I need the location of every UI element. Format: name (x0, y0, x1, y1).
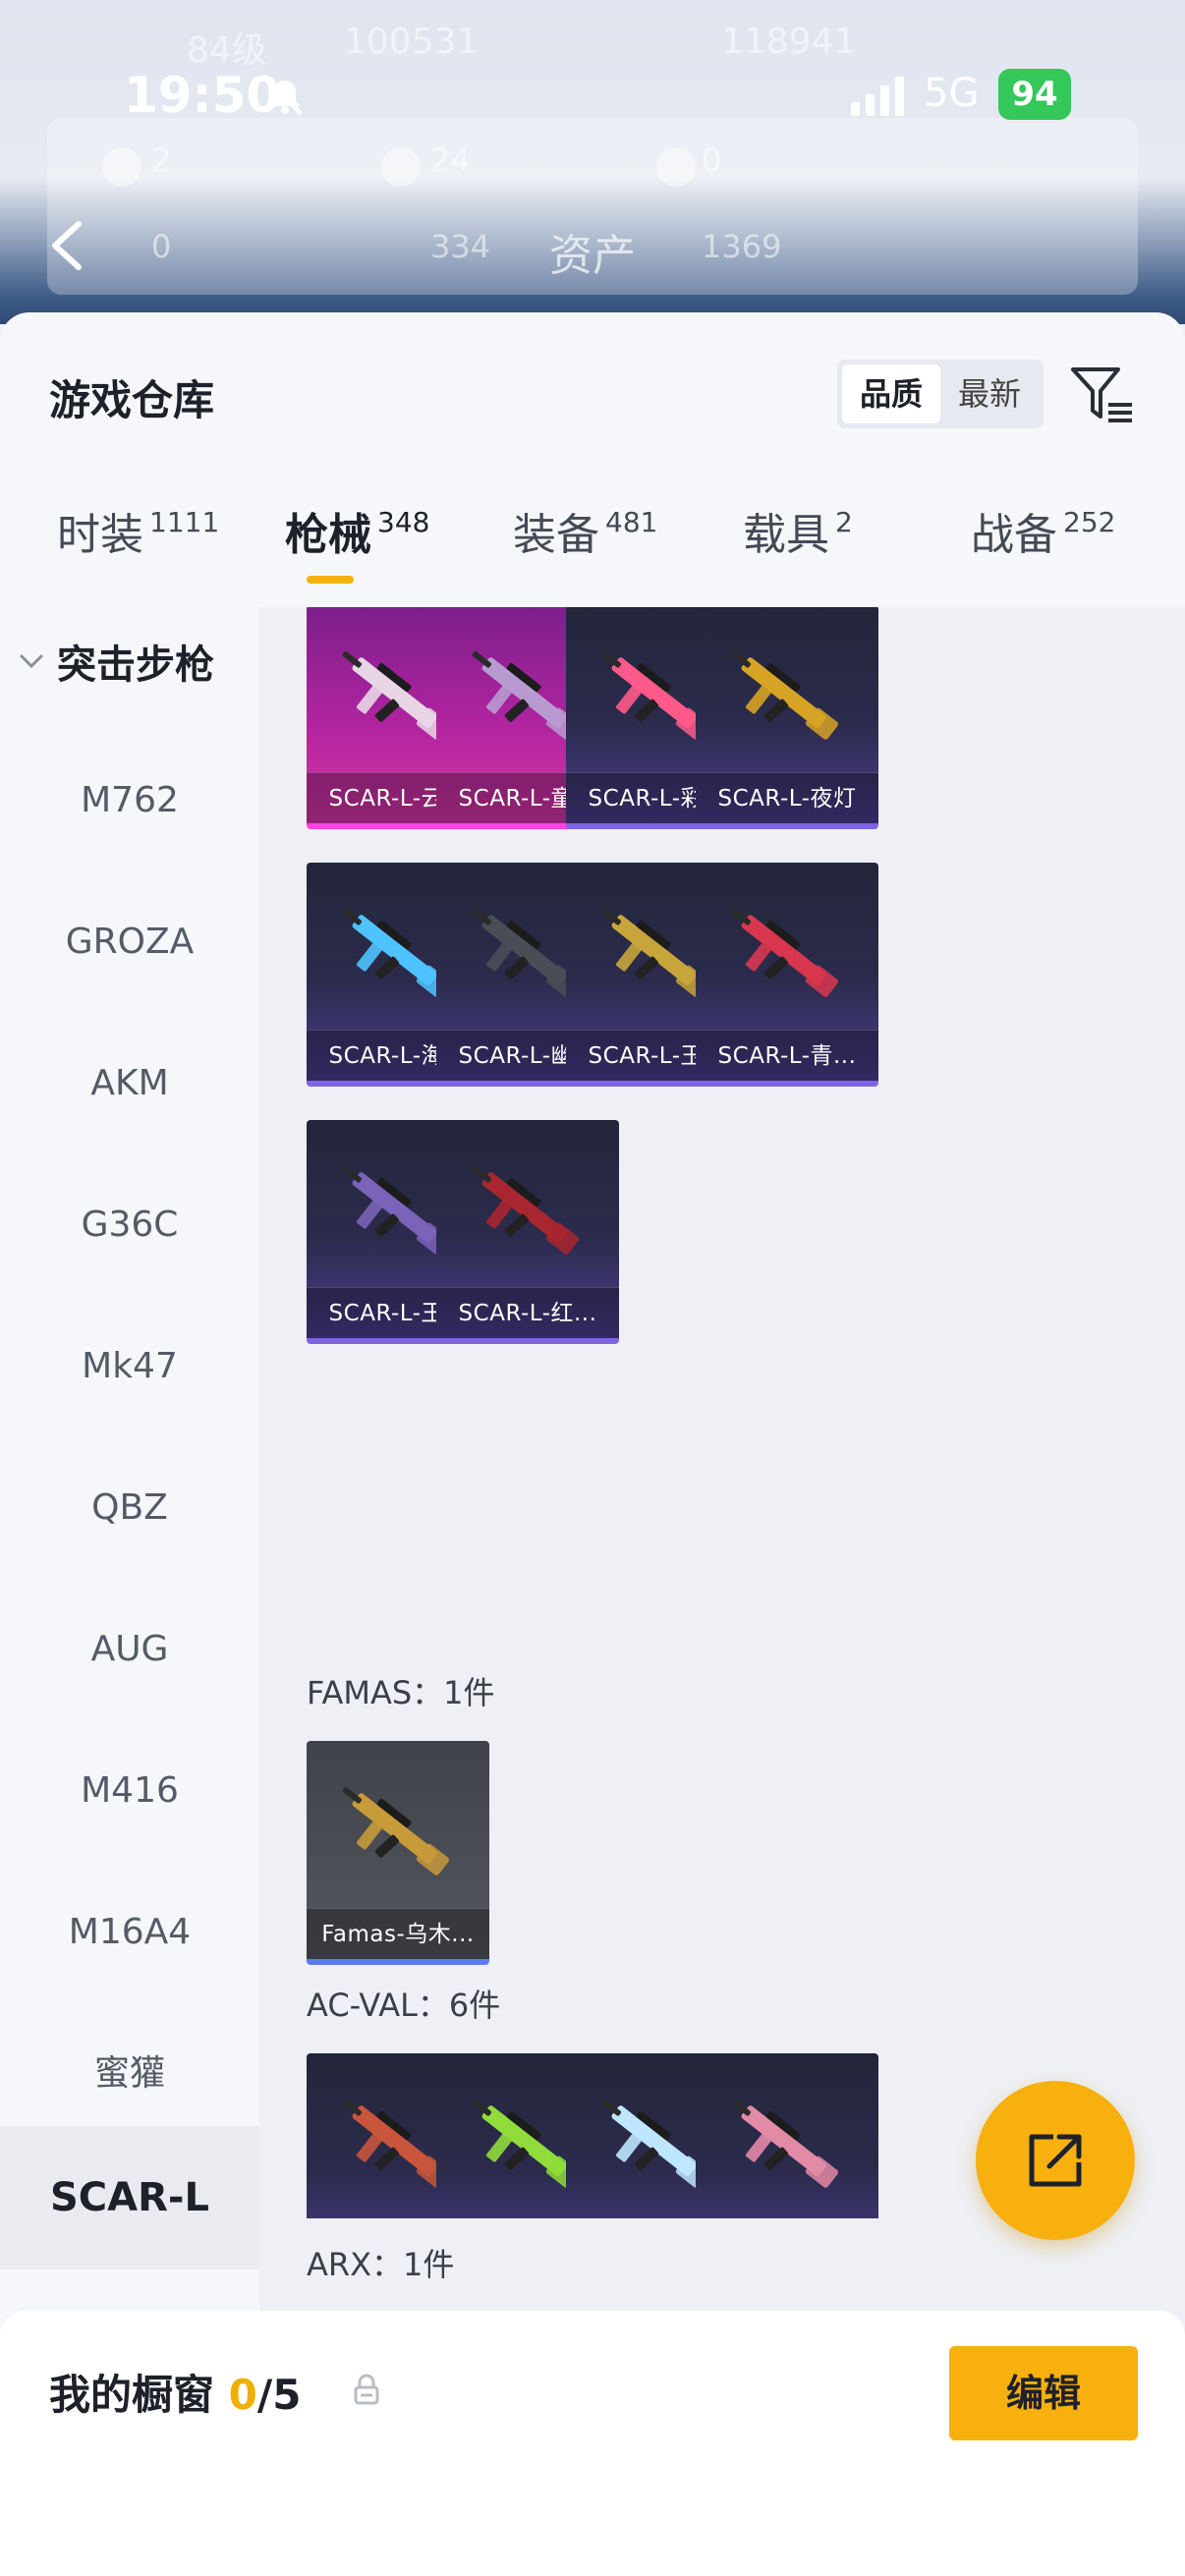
status-time: 19:50 (124, 67, 281, 124)
showcase-total: /5 (256, 2371, 302, 2419)
tab-vehicles[interactable]: 载具 2 (743, 499, 853, 607)
item-name: Famas-乌木... (307, 1908, 489, 1959)
category-item-groza[interactable]: GROZA (0, 898, 259, 986)
showcase-label: 我的橱窗 0/5 (49, 2371, 302, 2419)
warehouse-sheet: 游戏仓库 品质 最新 时装 1111 枪械 348 装备 481 载具 2 战备… (0, 312, 1185, 2576)
group-label-arx-visible: ARX：1件 (307, 2246, 455, 2283)
tab-firearms[interactable]: 枪械 348 (285, 499, 429, 607)
nav-bar: 资产 (0, 206, 1185, 285)
showcase-current-count: 0 (228, 2371, 257, 2419)
item-card[interactable]: SCAR-L-青... (696, 863, 878, 1087)
share-fab-button[interactable] (976, 2081, 1135, 2240)
ghost-id-b: 118941 (721, 22, 857, 62)
category-tabs: 时装 1111 枪械 348 装备 481 载具 2 战备 252 (0, 499, 1185, 607)
sort-option-newest[interactable]: 最新 (940, 364, 1039, 423)
category-item-m16a4[interactable]: M16A4 (0, 1888, 259, 1977)
warehouse-title: 游戏仓库 (49, 376, 215, 424)
item-name: SCAR-L-青... (696, 1030, 878, 1081)
item-name: SCAR-L-夜灯 (696, 772, 878, 823)
status-bar: 19:50 5G 94 (0, 59, 1185, 138)
rifle-icon (731, 2099, 839, 2188)
category-item-scar-l[interactable]: SCAR-L (0, 2126, 259, 2269)
category-item-m762[interactable]: M762 (0, 756, 259, 845)
chevron-down-icon (20, 654, 43, 669)
rifle-icon (472, 1165, 580, 1255)
filter-list-icon[interactable] (1069, 362, 1136, 428)
category-item-aug[interactable]: AUG (0, 1605, 259, 1694)
item-name: SCAR-L-红... (436, 1287, 619, 1338)
background-profile-header: 84级 100531 118941 2 24 0 0 334 1369 19:5… (0, 0, 1185, 324)
rifle-icon (731, 908, 839, 997)
external-share-icon (1029, 2134, 1082, 2187)
nav-title: 资产 (549, 231, 636, 281)
edit-showcase-button[interactable]: 编辑 (949, 2346, 1138, 2440)
category-item-qbz[interactable]: QBZ (0, 1464, 259, 1552)
tab-active-indicator (307, 576, 354, 584)
item-card[interactable]: SCAR-L-红... (436, 1120, 619, 1344)
category-item-akm[interactable]: AKM (0, 1039, 259, 1128)
warehouse-header: 游戏仓库 品质 最新 时装 1111 枪械 348 装备 481 载具 2 战备… (0, 312, 1185, 607)
bell-muted-icon (267, 77, 303, 116)
item-card[interactable]: Famas-乌木... (307, 1741, 489, 1965)
category-item-g36c[interactable]: G36C (0, 1181, 259, 1269)
sort-option-quality[interactable]: 品质 (842, 364, 940, 423)
category-item-honey-badger[interactable]: 蜜獾 (0, 2030, 259, 2118)
network-type: 5G (924, 71, 980, 116)
tab-fashion[interactable]: 时装 1111 (57, 499, 219, 607)
signal-icon (851, 77, 904, 116)
showcase-bar: 我的橱窗 0/5 编辑 (0, 2311, 1185, 2576)
group-label-acval: AC-VAL：6件 (307, 1987, 501, 2024)
category-item-mk47[interactable]: Mk47 (0, 1322, 259, 1411)
category-item-m416[interactable]: M416 (0, 1747, 259, 1835)
item-card[interactable]: AC-VAL-快... (696, 2053, 878, 2218)
weapon-category-list: 突击步枪 M762 GROZA AKM G36C Mk47 QBZ AUG M4… (0, 607, 259, 2576)
sort-toggle: 品质 最新 (837, 360, 1044, 428)
item-grid: FAMAS：1件 AC-VAL：6件 ARX：1件 5级SCAR-L-云...7… (259, 607, 1185, 2218)
rifle-icon (342, 1786, 450, 1876)
tab-equipment[interactable]: 装备 481 (513, 499, 657, 607)
tab-combat-gear[interactable]: 战备 252 (971, 499, 1115, 607)
battery-indicator: 94 (998, 69, 1071, 120)
rifle-icon (731, 650, 839, 740)
category-group-assault-rifles[interactable]: 突击步枪 (18, 617, 214, 705)
item-card[interactable]: SCAR-L-夜灯 (696, 607, 878, 829)
ghost-id-a: 100531 (344, 22, 480, 62)
lock-icon (354, 2374, 379, 2405)
group-label-famas: FAMAS：1件 (307, 1674, 495, 1711)
